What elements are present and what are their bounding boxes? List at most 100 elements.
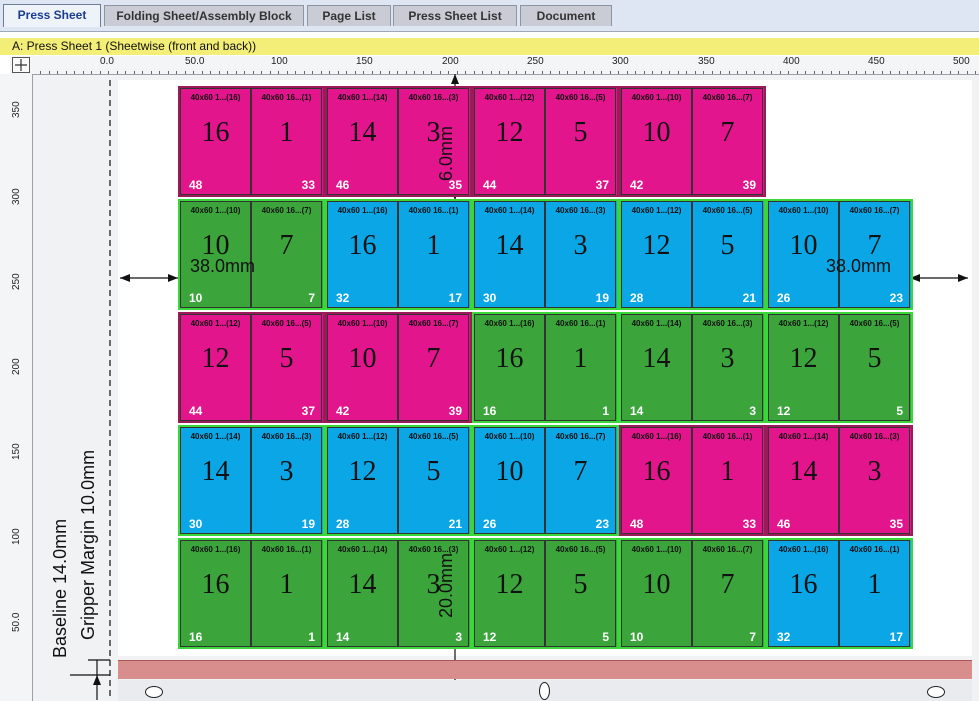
- page-cell[interactable]: 40x60 16...(1) 1 33: [251, 88, 322, 195]
- page-cell[interactable]: 40x60 16...(5) 5 21: [692, 201, 763, 308]
- ruler-tick: [465, 71, 466, 74]
- imposition-plate[interactable]: 40x60 1...(12) 12 44 40x60 16...(5) 5 37: [472, 86, 619, 197]
- page-cell[interactable]: 40x60 1...(12) 12 28: [327, 427, 398, 534]
- page-cell[interactable]: 40x60 16...(7) 7 23: [839, 201, 910, 308]
- page-cell[interactable]: 40x60 16...(5) 5 5: [839, 314, 910, 421]
- imposition-plate[interactable]: 40x60 1...(10) 10 26 40x60 16...(7) 7 23: [766, 199, 913, 310]
- page-cell[interactable]: 40x60 1...(10) 10 42: [621, 88, 692, 195]
- folio-number: 14: [336, 630, 350, 644]
- page-cell[interactable]: 40x60 1...(10) 10 26: [474, 427, 545, 534]
- ruler-tick: [82, 71, 84, 74]
- page-cell[interactable]: 40x60 1...(10) 10 26: [768, 201, 839, 308]
- page-cell[interactable]: 40x60 1...(12) 12 28: [621, 201, 692, 308]
- page-cell[interactable]: 40x60 16...(3) 3 3: [692, 314, 763, 421]
- page-cell[interactable]: 40x60 1...(10) 10 10: [621, 540, 692, 647]
- imposition-plate[interactable]: 40x60 1...(14) 14 46 40x60 16...(3) 3 35: [766, 425, 913, 536]
- page-cell[interactable]: 40x60 1...(16) 16 32: [768, 540, 839, 647]
- imposition-plate[interactable]: 40x60 1...(10) 10 10 40x60 16...(7) 7 7: [178, 199, 325, 310]
- page-file-label: 40x60 1...(16): [778, 545, 829, 554]
- page-cell[interactable]: 40x60 1...(16) 16 48: [180, 88, 251, 195]
- page-file-label: 40x60 1...(12): [337, 432, 388, 441]
- imposition-plate[interactable]: 40x60 1...(16) 16 48 40x60 16...(1) 1 33: [178, 86, 325, 197]
- imposition-plate[interactable]: 40x60 1...(10) 10 42 40x60 16...(7) 7 39: [325, 312, 472, 423]
- page-cell[interactable]: 40x60 1...(14) 14 30: [474, 201, 545, 308]
- imposition-plate[interactable]: 40x60 1...(12) 12 28 40x60 16...(5) 5 21: [619, 199, 766, 310]
- imposition-plate[interactable]: 40x60 1...(10) 10 26 40x60 16...(7) 7 23: [472, 425, 619, 536]
- page-cell[interactable]: 40x60 16...(7) 7 23: [545, 427, 616, 534]
- imposition-plate[interactable]: 40x60 1...(16) 16 16 40x60 16...(1) 1 1: [178, 538, 325, 649]
- ruler-tick: [584, 71, 585, 74]
- page-cell[interactable]: 40x60 1...(14) 14 30: [180, 427, 251, 534]
- imposition-plate[interactable]: 40x60 1...(12) 12 12 40x60 16...(5) 5 5: [766, 312, 913, 423]
- imposition-plate[interactable]: 40x60 1...(12) 12 28 40x60 16...(5) 5 21: [325, 425, 472, 536]
- page-number: 7: [279, 230, 294, 261]
- page-cell[interactable]: 40x60 1...(10) 10 42: [327, 314, 398, 421]
- page-cell[interactable]: 40x60 1...(14) 14 14: [327, 540, 398, 647]
- page-cell[interactable]: 40x60 16...(1) 1 17: [398, 201, 469, 308]
- page-cell[interactable]: 40x60 1...(12) 12 44: [474, 88, 545, 195]
- page-number: 12: [789, 343, 818, 374]
- page-cell[interactable]: 40x60 1...(10) 10 10: [180, 201, 251, 308]
- ruler-tick-label: 50.0: [11, 612, 22, 632]
- page-cell[interactable]: 40x60 16...(3) 3 3: [398, 540, 469, 647]
- page-cell[interactable]: 40x60 1...(12) 12 12: [768, 314, 839, 421]
- ruler-tick: [150, 71, 152, 74]
- ruler-tick: [108, 71, 109, 74]
- page-cell[interactable]: 40x60 16...(3) 3 35: [398, 88, 469, 195]
- page-cell[interactable]: 40x60 16...(7) 7 7: [692, 540, 763, 647]
- folio-number: 19: [595, 291, 609, 305]
- left-handle-icon[interactable]: [145, 686, 163, 698]
- tab-document[interactable]: Document: [520, 5, 612, 26]
- page-cell[interactable]: 40x60 1...(16) 16 48: [621, 427, 692, 534]
- ruler-tick: [643, 71, 645, 74]
- page-cell[interactable]: 40x60 16...(1) 1 1: [545, 314, 616, 421]
- page-cell[interactable]: 40x60 16...(5) 5 37: [545, 88, 616, 195]
- imposition-plate[interactable]: 40x60 1...(10) 10 10 40x60 16...(7) 7 7: [619, 538, 766, 649]
- tab-press-sheet[interactable]: Press Sheet: [3, 4, 101, 27]
- imposition-plate[interactable]: 40x60 1...(14) 14 14 40x60 16...(3) 3 3: [619, 312, 766, 423]
- imposition-plate[interactable]: 40x60 1...(14) 14 30 40x60 16...(3) 3 19: [178, 425, 325, 536]
- ruler-tick: [796, 71, 798, 74]
- page-cell[interactable]: 40x60 16...(1) 1 17: [839, 540, 910, 647]
- page-cell[interactable]: 40x60 1...(14) 14 46: [327, 88, 398, 195]
- tab-press-sheet-list[interactable]: Press Sheet List: [393, 5, 517, 26]
- imposition-plate[interactable]: 40x60 1...(10) 10 42 40x60 16...(7) 7 39: [619, 86, 766, 197]
- page-file-label: 40x60 16...(1): [849, 545, 900, 554]
- imposition-plate[interactable]: 40x60 1...(12) 12 12 40x60 16...(5) 5 5: [472, 538, 619, 649]
- tab-folding-sheet-assembly-block[interactable]: Folding Sheet/Assembly Block: [104, 5, 304, 26]
- page-cell[interactable]: 40x60 1...(16) 16 16: [474, 314, 545, 421]
- ruler-tick: [686, 71, 687, 74]
- horizontal-ruler[interactable]: 0.0 50.0 100 150 200 250 300 350 400 450 500: [32, 56, 979, 75]
- imposition-plate[interactable]: 40x60 1...(16) 16 32 40x60 16...(1) 1 17: [766, 538, 913, 649]
- page-cell[interactable]: 40x60 16...(7) 7 39: [692, 88, 763, 195]
- ruler-tick: [312, 71, 313, 74]
- page-cell[interactable]: 40x60 1...(12) 12 44: [180, 314, 251, 421]
- right-handle-icon[interactable]: [927, 686, 945, 698]
- page-file-label: 40x60 1...(12): [190, 319, 241, 328]
- page-cell[interactable]: 40x60 16...(1) 1 1: [251, 540, 322, 647]
- page-cell[interactable]: 40x60 16...(5) 5 5: [545, 540, 616, 647]
- page-cell[interactable]: 40x60 16...(7) 7 7: [251, 201, 322, 308]
- vertical-ruler[interactable]: 350 300 250 200 150 100 50.0: [0, 74, 33, 701]
- page-cell[interactable]: 40x60 16...(5) 5 21: [398, 427, 469, 534]
- page-cell[interactable]: 40x60 1...(16) 16 32: [327, 201, 398, 308]
- page-cell[interactable]: 40x60 1...(14) 14 46: [768, 427, 839, 534]
- imposition-plate[interactable]: 40x60 1...(14) 14 30 40x60 16...(3) 3 19: [472, 199, 619, 310]
- page-cell[interactable]: 40x60 1...(16) 16 16: [180, 540, 251, 647]
- page-cell[interactable]: 40x60 16...(3) 3 19: [251, 427, 322, 534]
- page-number: 3: [426, 569, 441, 600]
- page-cell[interactable]: 40x60 16...(5) 5 37: [251, 314, 322, 421]
- imposition-plate[interactable]: 40x60 1...(16) 16 16 40x60 16...(1) 1 1: [472, 312, 619, 423]
- page-cell[interactable]: 40x60 1...(12) 12 12: [474, 540, 545, 647]
- imposition-plate[interactable]: 40x60 1...(12) 12 44 40x60 16...(5) 5 37: [178, 312, 325, 423]
- crosshair-origin-icon[interactable]: [12, 57, 30, 73]
- imposition-plate[interactable]: 40x60 1...(16) 16 48 40x60 16...(1) 1 33: [619, 425, 766, 536]
- imposition-plate[interactable]: 40x60 1...(16) 16 32 40x60 16...(1) 1 17: [325, 199, 472, 310]
- tab-page-list[interactable]: Page List: [307, 5, 391, 26]
- page-cell[interactable]: 40x60 16...(1) 1 33: [692, 427, 763, 534]
- page-cell[interactable]: 40x60 16...(7) 7 39: [398, 314, 469, 421]
- page-cell[interactable]: 40x60 1...(14) 14 14: [621, 314, 692, 421]
- center-handle-icon[interactable]: [539, 682, 550, 700]
- page-cell[interactable]: 40x60 16...(3) 3 19: [545, 201, 616, 308]
- page-cell[interactable]: 40x60 16...(3) 3 35: [839, 427, 910, 534]
